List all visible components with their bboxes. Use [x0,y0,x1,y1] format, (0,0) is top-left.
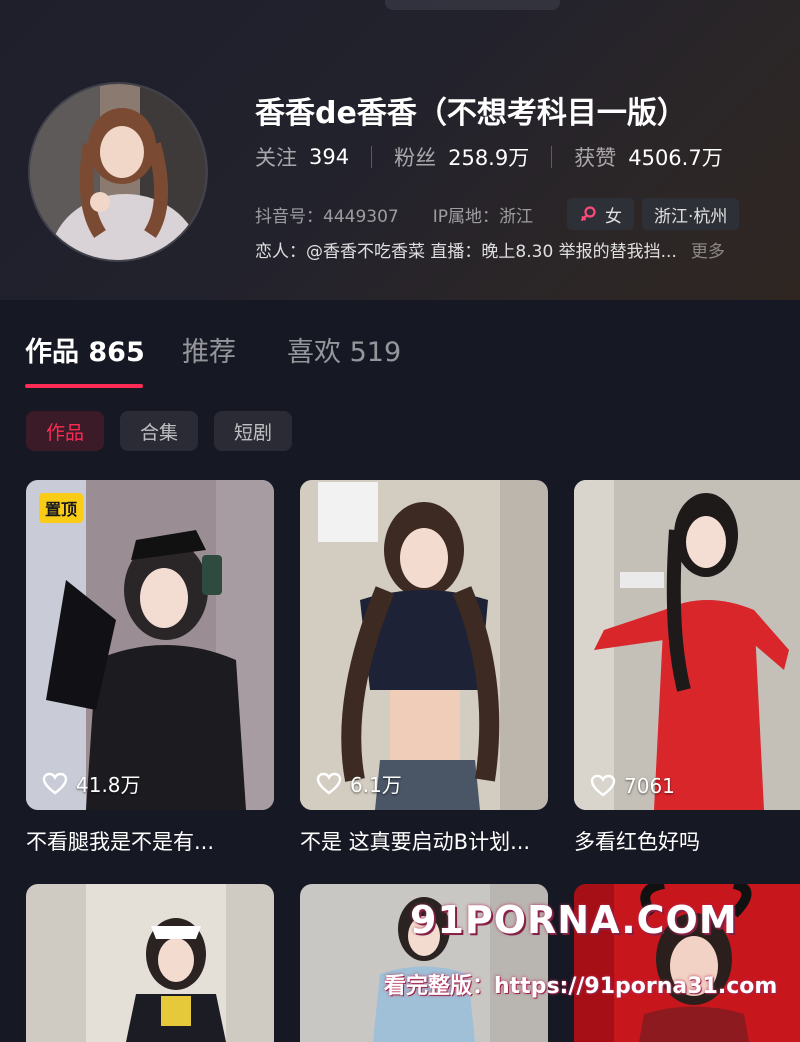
filter-short-dramas[interactable]: 短剧 [214,411,293,451]
douyin-id[interactable]: 抖音号：4449307 [255,202,399,227]
bio-more-link[interactable]: 更多 [691,237,725,262]
heart-icon [590,774,616,797]
avatar[interactable] [28,82,208,262]
video-likes: 41.8万 [42,769,141,798]
video-likes-count: 41.8万 [76,773,141,797]
video-thumbnail [574,884,800,1042]
video-card[interactable]: 6.1万 [300,480,548,810]
bio-text: 恋人：@香香不吃香菜 直播：晚上8.30 举报的替我挡... [255,242,677,262]
filter-chips: 作品 合集 短剧 [26,411,293,451]
tab-liked[interactable]: 喜欢 519 [287,330,401,369]
stat-divider [551,146,553,168]
content-tabs: 作品 865 推荐 喜欢 519 [0,322,800,392]
video-thumbnail [300,884,548,1042]
filter-collections[interactable]: 合集 [120,411,199,451]
video-card[interactable] [300,884,548,1042]
likes-received-label[interactable]: 获赞 [574,142,616,172]
profile-stats: 关注 394 粉丝 258.9万 获赞 4506.7万 [255,142,723,172]
filter-works[interactable]: 作品 [26,411,105,451]
top-drag-handle [385,0,560,10]
pinned-badge: 置顶 [39,493,84,523]
region-tag: 浙江·杭州 [641,198,740,230]
video-likes: 7061 [590,774,675,798]
video-likes-count: 7061 [624,774,675,798]
avatar-image [30,84,206,260]
heart-icon [316,772,342,795]
video-card[interactable]: 置顶 41.8万 [26,480,274,810]
video-thumbnail [300,480,548,810]
video-thumbnail [26,884,274,1042]
tab-works[interactable]: 作品 865 [25,330,145,369]
video-card[interactable] [574,884,800,1042]
likes-received-count[interactable]: 4506.7万 [628,142,722,172]
video-likes: 6.1万 [316,769,402,798]
followers-count[interactable]: 258.9万 [448,142,529,172]
female-icon [580,206,596,222]
active-tab-indicator [25,384,143,388]
tab-recommended[interactable]: 推荐 [182,330,236,369]
video-caption[interactable]: 不是 这真要启动B计划... [300,826,530,856]
video-likes-count: 6.1万 [350,773,402,797]
stat-divider [371,146,373,168]
video-caption[interactable]: 多看红色好吗 [574,826,700,856]
gender-tag-label: 女 [604,206,622,227]
video-card[interactable] [26,884,274,1042]
profile-name: 香香de香香（不想考科目一版） [255,96,687,131]
following-count[interactable]: 394 [309,145,349,169]
video-thumbnail [574,480,800,810]
following-label[interactable]: 关注 [255,142,297,172]
gender-tag: 女 [566,198,634,230]
ip-location: IP属地：浙江 [432,206,533,227]
video-caption[interactable]: 不看腿我是不是有... [26,826,214,856]
followers-label[interactable]: 粉丝 [394,142,436,172]
video-card[interactable]: 7061 [574,480,800,810]
profile-bio: 恋人：@香香不吃香菜 直播：晚上8.30 举报的替我挡... 更多 [255,237,725,262]
heart-icon [42,772,68,795]
profile-meta: 抖音号：4449307 IP属地：浙江 女 浙江·杭州 [255,198,740,230]
video-thumbnail [26,480,274,810]
